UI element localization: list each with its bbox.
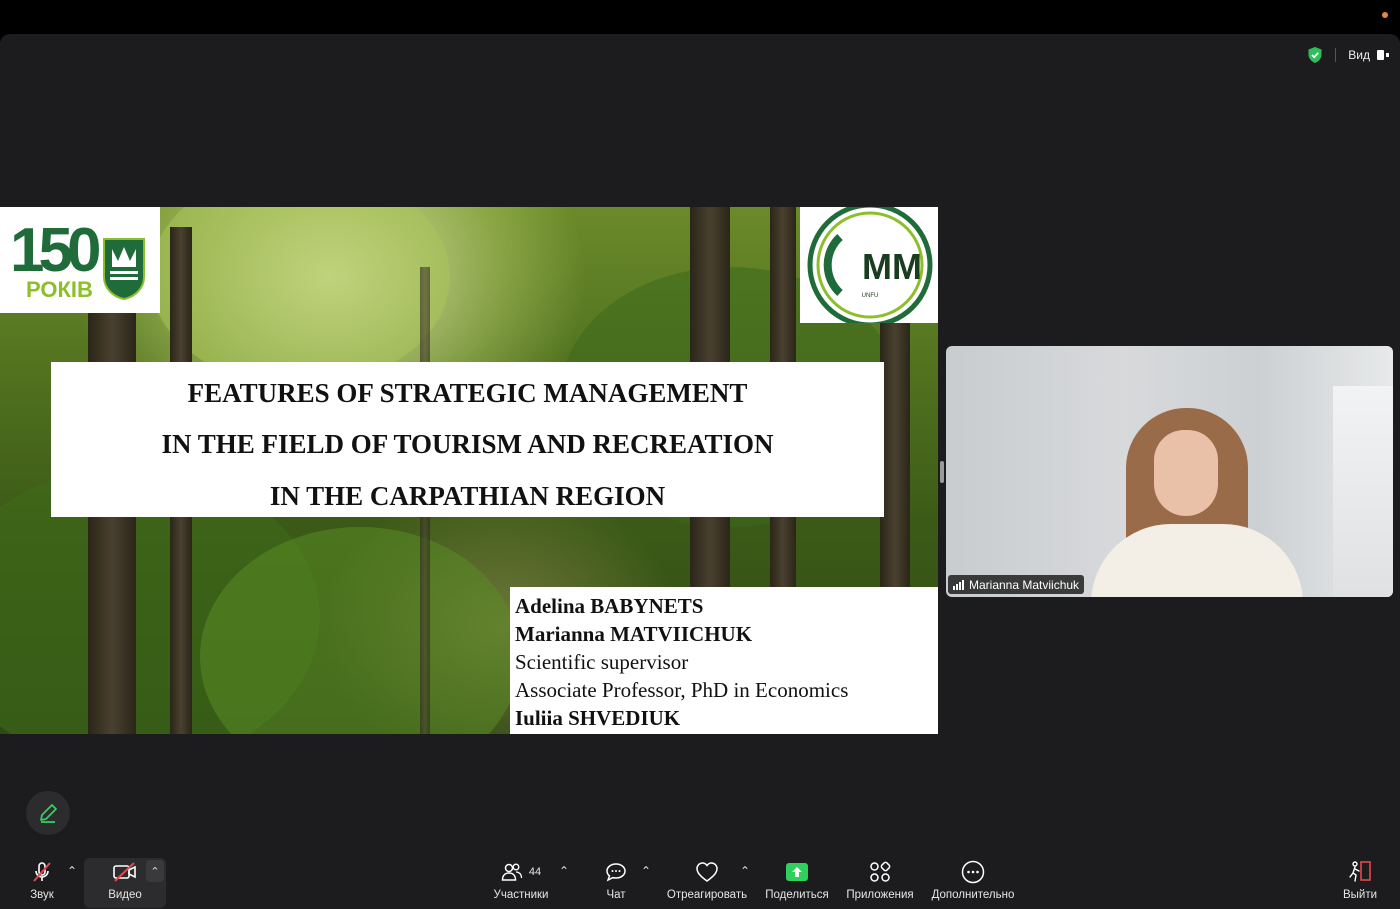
apps-label: Приложения: [846, 889, 914, 901]
share-label: Поделиться: [765, 889, 829, 901]
top-right-controls: Вид: [1307, 46, 1390, 64]
share-screen-icon: [786, 863, 808, 881]
participants-button[interactable]: 44 Участники: [486, 855, 556, 909]
video-label: Видео: [108, 889, 142, 901]
view-button[interactable]: Вид: [1348, 48, 1390, 62]
react-button[interactable]: Отреагировать: [664, 855, 750, 909]
logo-word: РОКІВ: [26, 277, 93, 302]
view-layout-icon: [1377, 50, 1389, 60]
audio-button[interactable]: Звук: [24, 855, 60, 909]
share-screen-button[interactable]: Поделиться: [764, 855, 830, 909]
audio-label: Звук: [30, 889, 54, 901]
supervisor-name: Iuliia SHVEDIUK: [515, 706, 681, 730]
participant-name: Marianna Matviichuk: [969, 577, 1080, 592]
divider: [1335, 48, 1337, 62]
leave-button[interactable]: Выйти: [1340, 855, 1380, 909]
split-resize-handle[interactable]: [940, 461, 944, 483]
react-label: Отреагировать: [666, 889, 748, 901]
background-door: [1333, 386, 1393, 597]
participant-shirt: [1091, 524, 1303, 597]
title-line: IN THE CARPATHIAN REGION: [269, 481, 666, 511]
anniversary-logo: 150 РОКІВ: [0, 207, 160, 313]
audio-options-chevron-icon[interactable]: ⌃: [67, 864, 77, 878]
authors-box: Adelina BABYNETS Marianna MATVIICHUK Sci…: [510, 587, 938, 734]
pencil-icon: [40, 804, 57, 823]
author-name: Adelina BABYNETS: [515, 594, 704, 618]
participants-label: Участники: [493, 889, 549, 901]
more-label: Дополнительно: [931, 889, 1015, 901]
video-button[interactable]: Видео: [102, 855, 148, 909]
chat-options-chevron-icon[interactable]: ⌃: [641, 864, 651, 878]
foliage: [150, 207, 450, 387]
author-name: Marianna MATVIICHUK: [515, 622, 753, 646]
leave-icon: [1349, 861, 1371, 882]
signal-strength-icon: [953, 579, 964, 590]
logo-number: 150: [10, 216, 101, 285]
logo-caption: UNFU: [862, 293, 879, 299]
apps-button[interactable]: Приложения: [844, 855, 916, 909]
heart-icon: [696, 862, 718, 882]
chat-icon: [606, 863, 626, 882]
supervisor-title: Associate Professor, PhD in Economics: [515, 678, 849, 702]
participants-icon: [501, 863, 523, 881]
supervisor-label: Scientific supervisor: [515, 650, 689, 674]
participants-count: 44: [528, 866, 542, 878]
chat-button[interactable]: Чат: [600, 855, 632, 909]
participant-video[interactable]: Marianna Matviichuk: [946, 346, 1393, 597]
title-line: FEATURES OF STRATEGIC MANAGEMENT: [187, 378, 748, 408]
participants-options-chevron-icon[interactable]: ⌃: [559, 864, 569, 878]
meeting-toolbar: Звук ⌃ Видео ⌃ 44 Участники ⌃ Чат ⌃ Отре…: [0, 855, 1400, 909]
university-crest-icon: [103, 238, 145, 301]
chat-label: Чат: [606, 889, 626, 901]
participant-face: [1154, 430, 1218, 516]
apps-icon: [870, 861, 891, 882]
department-logo: MM UNFU: [800, 207, 938, 323]
more-button[interactable]: Дополнительно: [928, 855, 1018, 909]
slide-title: FEATURES OF STRATEGIC MANAGEMENT IN THE …: [51, 362, 884, 517]
leave-label: Выйти: [1342, 889, 1378, 901]
security-shield-icon[interactable]: [1307, 46, 1323, 64]
view-label: Вид: [1348, 48, 1370, 62]
title-line: IN THE FIELD OF TOURISM AND RECREATION: [161, 429, 774, 459]
react-options-chevron-icon[interactable]: ⌃: [740, 864, 750, 878]
participant-name-tag: Marianna Matviichuk: [948, 575, 1085, 594]
shared-slide: 150 РОКІВ MM UNFU FEATURES OF STRATEGIC …: [0, 207, 938, 734]
logo-mm-text: MM: [862, 246, 922, 287]
video-options-chevron-icon[interactable]: ⌃: [146, 860, 164, 882]
annotate-button[interactable]: [26, 791, 70, 835]
more-icon: [961, 860, 985, 884]
title-bar: [0, 0, 1400, 34]
camera-off-icon: [113, 862, 136, 882]
recording-dot-icon: [1382, 12, 1388, 18]
microphone-muted-icon: [33, 862, 51, 882]
